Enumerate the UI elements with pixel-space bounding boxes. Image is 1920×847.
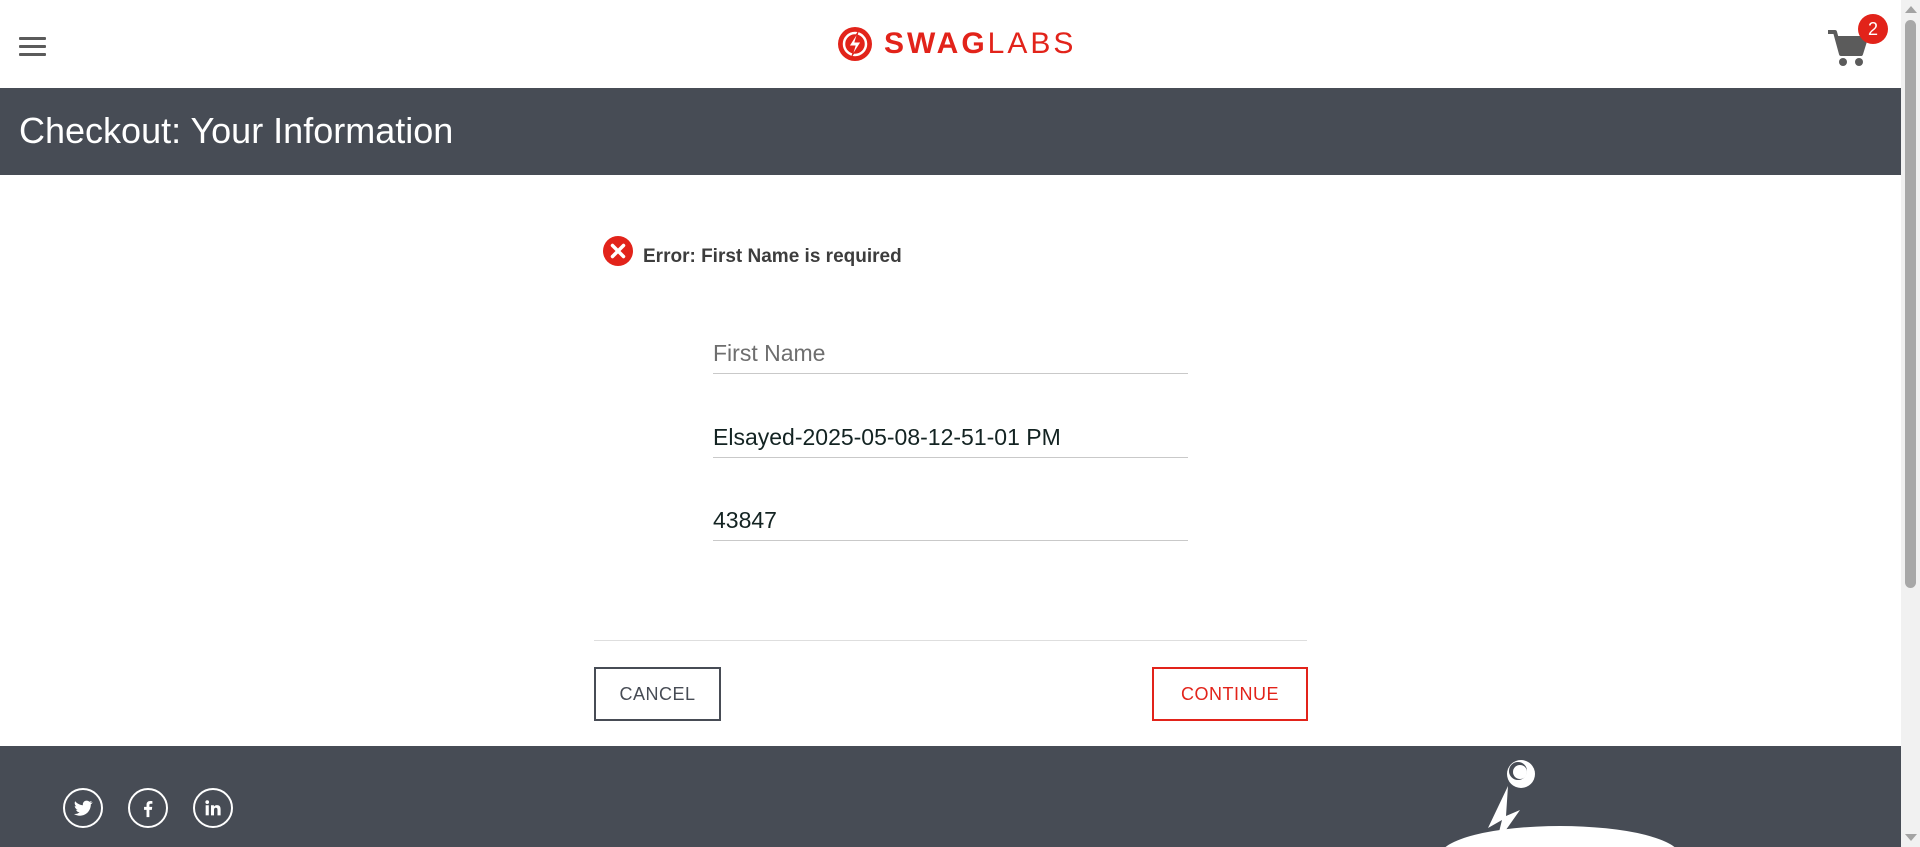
error-x-circle-icon	[603, 236, 633, 266]
hamburger-menu-icon[interactable]	[19, 37, 46, 57]
cancel-button[interactable]: CANCEL	[594, 667, 721, 721]
twitter-link[interactable]	[63, 788, 103, 828]
logo-wordmark-light: LABS	[987, 27, 1077, 60]
continue-button[interactable]: CONTINUE	[1152, 667, 1308, 721]
facebook-link[interactable]	[128, 788, 168, 828]
scroll-down-arrow-icon[interactable]	[1905, 834, 1917, 841]
linkedin-icon	[205, 800, 221, 816]
scrollbar-thumb[interactable]	[1905, 20, 1916, 588]
swag-labs-logo-icon	[838, 27, 872, 61]
secondary-header: Checkout: Your Information	[0, 88, 1901, 175]
linkedin-link[interactable]	[193, 788, 233, 828]
primary-header: SWAGLABS 2	[0, 0, 1901, 88]
page-title: Checkout: Your Information	[19, 110, 454, 151]
footer	[0, 746, 1901, 847]
logo-wordmark-bold: SWAG	[884, 27, 988, 60]
robot-mascot-icon	[1445, 760, 1675, 847]
first-name-field[interactable]	[713, 334, 1188, 374]
cart-badge: 2	[1858, 14, 1888, 44]
facebook-icon	[144, 801, 153, 818]
vertical-scrollbar[interactable]	[1901, 0, 1920, 847]
scroll-up-arrow-icon[interactable]	[1905, 6, 1917, 13]
postal-code-field[interactable]	[713, 501, 1188, 541]
logo-wordmark: SWAGLABS	[884, 24, 1076, 64]
twitter-icon	[74, 800, 93, 816]
form-divider	[594, 640, 1307, 641]
app-logo: SWAGLABS	[836, 24, 1076, 64]
error-message: Error: First Name is required	[643, 246, 902, 267]
last-name-field[interactable]	[713, 418, 1188, 458]
